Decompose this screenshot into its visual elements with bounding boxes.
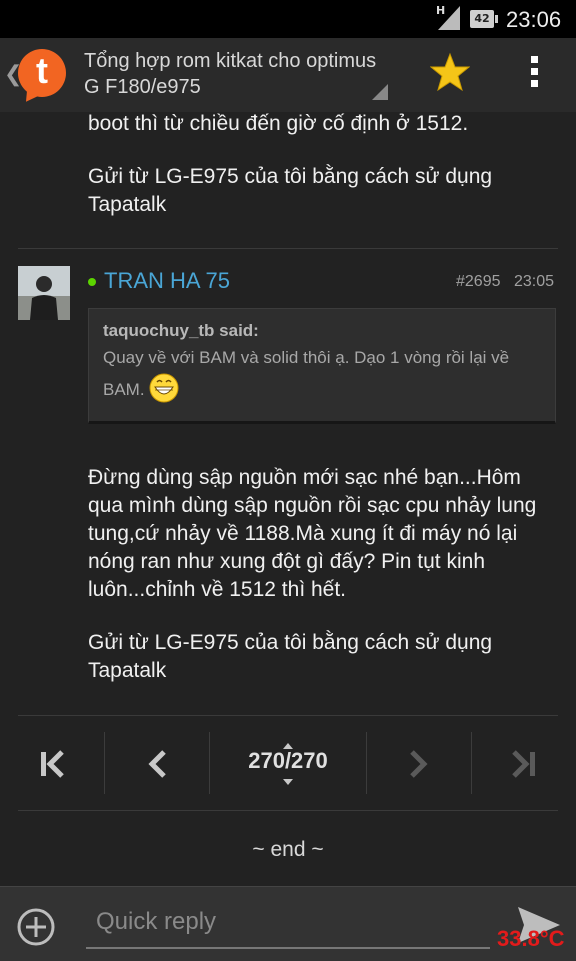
avatar[interactable] bbox=[18, 266, 70, 320]
quick-reply-input[interactable] bbox=[86, 897, 490, 949]
quote-body: Quay về với BAM và solid thôi ạ. Dạo 1 v… bbox=[103, 343, 543, 405]
overflow-menu-icon[interactable] bbox=[528, 56, 540, 92]
temperature-overlay: 33.8°C bbox=[497, 926, 565, 951]
previous-post-text: boot thì từ chiều đến giờ cố định ở 1512… bbox=[88, 112, 469, 135]
reply-bar bbox=[0, 886, 576, 961]
thread-title[interactable]: Tổng hợp rom kitkat cho optimus G F180/e… bbox=[84, 48, 384, 100]
logo-letter: t bbox=[36, 50, 48, 91]
pager-divider bbox=[471, 732, 472, 794]
pager-bottom-divider bbox=[18, 810, 558, 811]
end-marker: ~ end ~ bbox=[252, 838, 324, 861]
pager-divider bbox=[209, 732, 210, 794]
prev-page-icon[interactable] bbox=[136, 728, 180, 800]
tapatalk-logo[interactable]: t bbox=[18, 49, 66, 97]
status-bar: H 42 23:06 bbox=[0, 0, 576, 38]
pager-top-divider bbox=[18, 715, 558, 716]
action-bar: ❮ t Tổng hợp rom kitkat cho optimus G F1… bbox=[0, 38, 576, 112]
quote-block: taquochuy_tb said: Quay về với BAM và so… bbox=[88, 308, 556, 424]
battery-level: 42 bbox=[474, 12, 490, 25]
star-icon[interactable] bbox=[430, 52, 470, 92]
add-attachment-icon[interactable] bbox=[16, 907, 56, 947]
online-indicator bbox=[88, 278, 96, 286]
post-body: Đừng dùng sập nguồn mới sạc nhé bạn...Hô… bbox=[88, 466, 537, 601]
first-page-icon[interactable] bbox=[30, 728, 74, 800]
previous-post-signature: Gửi từ LG-E975 của tôi bằng cách sử dụng… bbox=[88, 165, 493, 216]
dropdown-corner-icon bbox=[372, 84, 388, 100]
post-number: #2695 bbox=[456, 273, 501, 290]
post-divider bbox=[18, 248, 558, 249]
pager-divider bbox=[366, 732, 367, 794]
signal-icon bbox=[438, 6, 460, 30]
last-page-icon[interactable] bbox=[502, 728, 546, 800]
pager: 270/270 bbox=[0, 728, 576, 800]
grin-emoji-icon bbox=[149, 373, 179, 403]
page-select-icon[interactable] bbox=[283, 743, 293, 785]
post-signature: Gửi từ LG-E975 của tôi bằng cách sử dụng… bbox=[88, 631, 493, 682]
avatar-image bbox=[18, 266, 70, 320]
next-page-icon[interactable] bbox=[396, 728, 440, 800]
post-username[interactable]: TRAN HA 75 bbox=[104, 268, 230, 294]
status-time: 23:06 bbox=[506, 7, 562, 32]
battery-icon: 42 bbox=[470, 10, 498, 28]
post-time: 23:05 bbox=[514, 273, 555, 290]
quote-author: taquochuy_tb said: bbox=[103, 321, 259, 340]
pager-divider bbox=[104, 732, 105, 794]
